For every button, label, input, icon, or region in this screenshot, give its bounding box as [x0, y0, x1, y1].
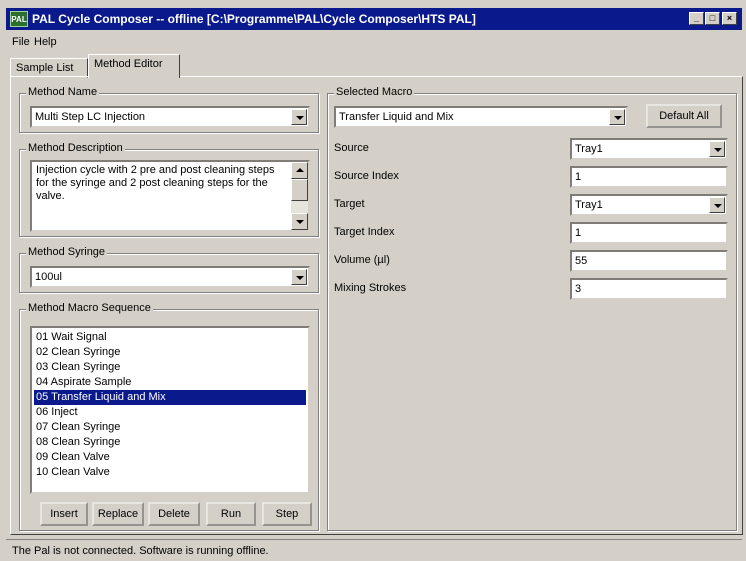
list-item[interactable]: 01 Wait Signal	[34, 330, 306, 345]
tab-method-editor[interactable]: Method Editor	[88, 54, 180, 78]
method-description-textarea[interactable]: Injection cycle with 2 pre and post clea…	[30, 160, 310, 232]
window-title: PAL Cycle Composer -- offline [C:\Progra…	[32, 12, 476, 26]
step-button-label: Step	[275, 508, 299, 520]
method-description-text: Injection cycle with 2 pre and post clea…	[36, 164, 275, 202]
mixing-strokes-field[interactable]: 3	[570, 278, 728, 300]
selected-macro-legend: Selected Macro	[334, 86, 415, 98]
selected-macro-group: Selected Macro Transfer Liquid and Mix D…	[327, 86, 737, 531]
method-syringe-value: 100ul	[35, 271, 62, 283]
method-description-group: Method Description Injection cycle with …	[19, 142, 319, 237]
status-text: The Pal is not connected. Software is ru…	[12, 545, 269, 557]
macro-sequence-group: Method Macro Sequence 01 Wait Signal 02 C…	[19, 302, 319, 531]
macro-sequence-list[interactable]: 01 Wait Signal 02 Clean Syringe 03 Clean S…	[30, 326, 310, 494]
volume-value: 55	[575, 255, 588, 267]
default-all-button-label: Default All	[659, 110, 709, 122]
delete-button-label: Delete	[158, 508, 190, 520]
selected-macro-value: Transfer Liquid and Mix	[339, 111, 454, 123]
maximize-icon: □	[709, 13, 716, 23]
tab-sample-list[interactable]: Sample List	[10, 58, 88, 78]
volume-label: Volume (µl)	[334, 254, 390, 266]
default-all-button[interactable]: Default All	[646, 104, 722, 128]
title-bar[interactable]: PAL PAL Cycle Composer -- offline [C:\Pr…	[6, 8, 742, 30]
status-bar: The Pal is not connected. Software is ru…	[6, 539, 742, 560]
method-syringe-group: Method Syringe 100ul	[19, 246, 319, 293]
menu-help[interactable]: Help	[34, 36, 57, 48]
scroll-thumb[interactable]	[291, 179, 308, 201]
selected-macro-combo[interactable]: Transfer Liquid and Mix	[334, 106, 628, 128]
target-label: Target	[334, 198, 365, 210]
chevron-down-icon[interactable]	[709, 197, 725, 213]
chevron-down-icon[interactable]	[609, 109, 625, 125]
list-item[interactable]: 05 Transfer Liquid and Mix	[34, 390, 306, 405]
list-item[interactable]: 03 Clean Syringe	[34, 360, 306, 375]
target-index-value: 1	[575, 227, 582, 239]
volume-field[interactable]: 55	[570, 250, 728, 272]
list-item[interactable]: 06 Inject	[34, 405, 306, 420]
target-index-field[interactable]: 1	[570, 222, 728, 244]
method-name-legend: Method Name	[26, 86, 100, 98]
run-button-label: Run	[220, 508, 242, 520]
insert-button[interactable]: Insert	[40, 502, 88, 526]
run-button[interactable]: Run	[206, 502, 256, 526]
app-window: PAL PAL Cycle Composer -- offline [C:\Pr…	[0, 0, 746, 561]
method-description-legend: Method Description	[26, 142, 125, 154]
replace-button[interactable]: Replace	[92, 502, 144, 526]
list-item[interactable]: 04 Aspirate Sample	[34, 375, 306, 390]
method-editor-panel: Method Name Multi Step LC Injection Meth…	[10, 76, 743, 535]
minimize-button[interactable]: _	[689, 12, 704, 25]
method-syringe-legend: Method Syringe	[26, 246, 108, 258]
method-name-combo[interactable]: Multi Step LC Injection	[30, 106, 310, 128]
mixing-strokes-label: Mixing Strokes	[334, 282, 407, 294]
source-index-field[interactable]: 1	[570, 166, 728, 188]
maximize-button[interactable]: □	[705, 12, 720, 25]
chevron-down-icon[interactable]	[291, 109, 307, 125]
description-scrollbar[interactable]	[291, 162, 308, 230]
target-index-label: Target Index	[334, 226, 395, 238]
target-value: Tray1	[575, 199, 603, 211]
list-item[interactable]: 02 Clean Syringe	[34, 345, 306, 360]
chevron-down-icon[interactable]	[709, 141, 725, 157]
list-item[interactable]: 09 Clean Valve	[34, 450, 306, 465]
mixing-strokes-value: 3	[575, 283, 582, 295]
menu-file[interactable]: File	[12, 36, 30, 48]
source-label: Source	[334, 142, 369, 154]
scroll-down-icon[interactable]	[291, 213, 308, 230]
source-index-label: Source Index	[334, 170, 399, 182]
method-syringe-combo[interactable]: 100ul	[30, 266, 310, 288]
pal-app-icon[interactable]: PAL	[10, 11, 28, 27]
scroll-up-icon[interactable]	[291, 162, 308, 179]
step-button[interactable]: Step	[262, 502, 312, 526]
list-item[interactable]: 10 Clean Valve	[34, 465, 306, 480]
list-item[interactable]: 07 Clean Syringe	[34, 420, 306, 435]
target-combo[interactable]: Tray1	[570, 194, 728, 216]
replace-button-label: Replace	[97, 508, 139, 520]
close-button[interactable]: ×	[722, 12, 737, 25]
delete-button[interactable]: Delete	[148, 502, 200, 526]
source-index-value: 1	[575, 171, 582, 183]
macro-sequence-legend: Method Macro Sequence	[26, 302, 153, 314]
insert-button-label: Insert	[50, 508, 78, 520]
list-item[interactable]: 08 Clean Syringe	[34, 435, 306, 450]
method-name-group: Method Name Multi Step LC Injection	[19, 86, 319, 133]
close-icon: ×	[726, 13, 733, 23]
minimize-icon: _	[693, 13, 699, 23]
source-value: Tray1	[575, 143, 603, 155]
source-combo[interactable]: Tray1	[570, 138, 728, 160]
method-name-value: Multi Step LC Injection	[35, 111, 146, 123]
chevron-down-icon[interactable]	[291, 269, 307, 285]
